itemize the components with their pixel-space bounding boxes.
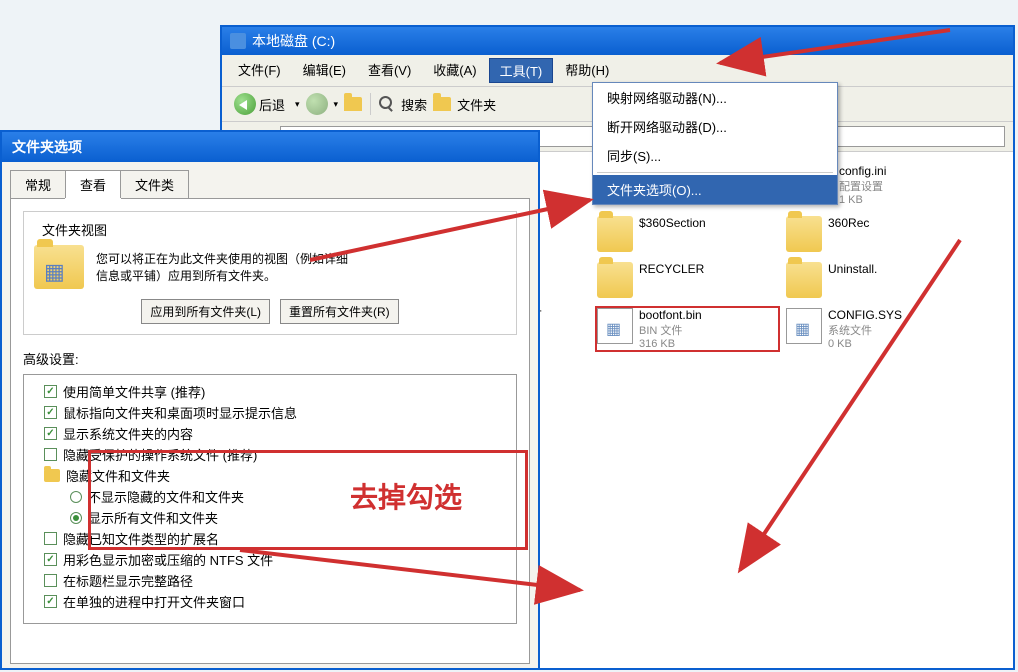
tools-dropdown-menu: 映射网络驱动器(N)... 断开网络驱动器(D)... 同步(S)... 文件夹…	[592, 82, 838, 205]
checkbox-icon[interactable]	[44, 574, 57, 587]
tab-general[interactable]: 常规	[10, 170, 66, 198]
tree-item[interactable]: 鼠标指向文件夹和桌面项时显示提示信息	[30, 402, 510, 423]
explorer-titlebar[interactable]: 本地磁盘 (C:)	[222, 27, 1013, 55]
checkbox-icon[interactable]	[44, 532, 57, 545]
tab-strip: 常规 查看 文件类	[2, 162, 538, 198]
window-title: 本地磁盘 (C:)	[252, 31, 335, 51]
forward-dropdown[interactable]: ▾	[334, 99, 339, 110]
radio-icon[interactable]	[70, 512, 82, 524]
menu-help[interactable]: 帮助(H)	[555, 58, 619, 83]
file-item[interactable]: CONFIG.SYS系统文件0 KB	[784, 306, 969, 352]
tab-panel: 文件夹视图 您可以将正在为此文件夹使用的视图（例如详细 信息或平铺）应用到所有文…	[10, 198, 530, 664]
menu-tools[interactable]: 工具(T)	[489, 58, 554, 83]
folder-view-desc: 您可以将正在为此文件夹使用的视图（例如详细 信息或平铺）应用到所有文件夹。	[96, 250, 506, 284]
fieldset-legend: 文件夹视图	[38, 220, 111, 239]
folders-icon	[433, 97, 451, 111]
folder-icon	[597, 262, 633, 298]
menu-view[interactable]: 查看(V)	[358, 58, 421, 83]
reset-all-button[interactable]: 重置所有文件夹(R)	[280, 299, 399, 324]
menu-folder-options[interactable]: 文件夹选项(O)...	[593, 175, 837, 204]
tab-filetype[interactable]: 文件类	[120, 170, 189, 198]
checkbox-icon[interactable]	[44, 427, 57, 440]
radio-icon[interactable]	[70, 491, 82, 503]
folder-icon	[44, 469, 60, 482]
folders-button[interactable]: 文件夹	[457, 95, 496, 114]
back-dropdown[interactable]: ▾	[295, 99, 300, 110]
checkbox-icon[interactable]	[44, 448, 57, 461]
tree-item[interactable]: 隐藏已知文件类型的扩展名	[30, 528, 510, 549]
file-item[interactable]: Uninstall.	[784, 260, 969, 300]
drive-icon	[230, 33, 246, 49]
annotation-text: 去掉勾选	[350, 476, 462, 516]
menu-edit[interactable]: 编辑(E)	[293, 58, 356, 83]
checkbox-icon[interactable]	[44, 406, 57, 419]
tree-item[interactable]: 用彩色显示加密或压缩的 NTFS 文件	[30, 549, 510, 570]
folder-options-dialog: 文件夹选项 常规 查看 文件类 文件夹视图 您可以将正在为此文件夹使用的视图（例…	[0, 130, 540, 670]
folder-view-fieldset: 文件夹视图 您可以将正在为此文件夹使用的视图（例如详细 信息或平铺）应用到所有文…	[23, 211, 517, 335]
tree-item[interactable]: 使用简单文件共享 (推荐)	[30, 381, 510, 402]
tree-item[interactable]: 在标题栏显示完整路径	[30, 570, 510, 591]
search-icon	[379, 96, 395, 112]
checkbox-icon[interactable]	[44, 553, 57, 566]
folder-icon	[597, 216, 633, 252]
checkbox-icon[interactable]	[44, 385, 57, 398]
search-button[interactable]: 搜索	[401, 95, 427, 114]
checkbox-icon[interactable]	[44, 595, 57, 608]
folder-icon	[786, 262, 822, 298]
file-item[interactable]: $360Section	[595, 214, 780, 254]
tab-view[interactable]: 查看	[65, 170, 121, 198]
menu-divider	[597, 172, 833, 173]
menu-map-drive[interactable]: 映射网络驱动器(N)...	[593, 83, 837, 112]
menu-sync[interactable]: 同步(S)...	[593, 141, 837, 170]
forward-button[interactable]	[306, 93, 328, 115]
apply-all-button[interactable]: 应用到所有文件夹(L)	[141, 299, 270, 324]
menu-disconnect-drive[interactable]: 断开网络驱动器(D)...	[593, 112, 837, 141]
tree-item[interactable]: 在单独的进程中打开文件夹窗口	[30, 591, 510, 612]
menu-favorites[interactable]: 收藏(A)	[423, 58, 486, 83]
back-arrow-icon	[234, 93, 256, 115]
folder-icon	[786, 216, 822, 252]
bin-icon	[597, 308, 633, 344]
up-folder-icon[interactable]	[344, 97, 362, 111]
file-item[interactable]: RECYCLER	[595, 260, 780, 300]
tree-item-hide-protected[interactable]: 隐藏受保护的操作系统文件 (推荐)	[30, 444, 510, 465]
dialog-titlebar[interactable]: 文件夹选项	[2, 132, 538, 162]
file-item[interactable]: 360Rec	[784, 214, 969, 254]
separator	[370, 93, 371, 115]
tree-item[interactable]: 显示系统文件夹的内容	[30, 423, 510, 444]
file-item-highlighted[interactable]: bootfont.binBIN 文件316 KB	[595, 306, 780, 352]
back-button[interactable]: 后退	[230, 91, 289, 117]
sys-icon	[786, 308, 822, 344]
folder-view-icon	[34, 245, 84, 289]
menu-file[interactable]: 文件(F)	[228, 58, 291, 83]
advanced-label: 高级设置:	[23, 349, 517, 368]
